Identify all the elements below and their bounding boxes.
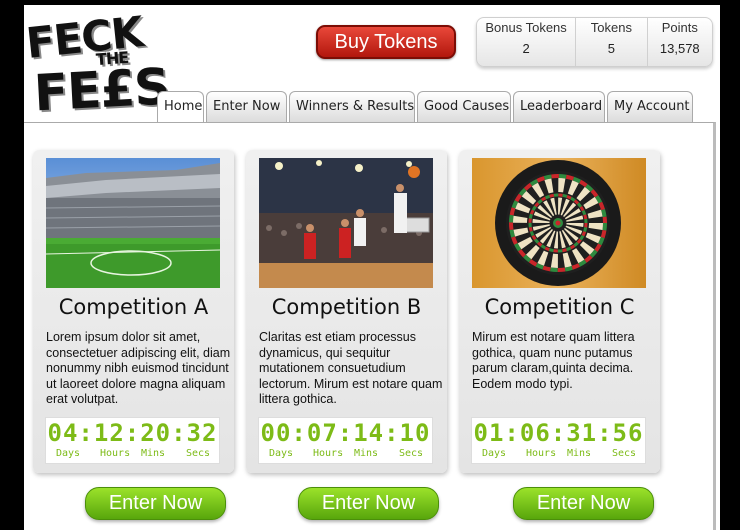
enter-now-button-b[interactable]: Enter Now — [298, 487, 439, 520]
competition-title: Competition B — [271, 295, 422, 319]
timer-unit-secs: Secs — [186, 448, 211, 459]
countdown-timer: 00:07:14:10 Days Hours Mins Secs — [258, 417, 433, 464]
competition-card-b: Competition B Claritas est etiam process… — [246, 150, 447, 473]
timer-unit-hours: Hours — [313, 448, 344, 459]
tab-enter-now[interactable]: Enter Now — [206, 91, 287, 122]
timer-unit-mins: Mins — [354, 448, 379, 459]
buy-tokens-button[interactable]: Buy Tokens — [316, 25, 456, 59]
tab-home[interactable]: Home — [157, 91, 204, 123]
competition-title: Competition A — [58, 295, 209, 319]
account-stats: Bonus Tokens 2 Tokens 5 Points 13,578 — [476, 17, 713, 67]
competition-description: Lorem ipsum dolor sit amet, consectetuer… — [46, 330, 231, 406]
logo-word-3: FE£S — [32, 57, 171, 123]
countdown-digits: 00:07:14:10 — [260, 419, 431, 447]
stat-label: Bonus Tokens — [485, 20, 567, 35]
timer-unit-hours: Hours — [100, 448, 131, 459]
countdown-timer: 04:12:20:32 Days Hours Mins Secs — [45, 417, 220, 464]
tab-my-account[interactable]: My Account — [607, 91, 693, 122]
countdown-digits: 04:12:20:32 — [47, 419, 218, 447]
dartboard-image[interactable] — [472, 158, 646, 288]
feck-the-fees-logo[interactable]: FECK THE FE£S — [24, 7, 171, 122]
competition-description: Claritas est etiam processus dynamicus, … — [259, 330, 443, 406]
countdown-digits: 01:06:31:56 — [473, 419, 644, 447]
main-nav-tabs: Home Enter Now Winners & Results Good Ca… — [157, 91, 693, 123]
timer-unit-mins: Mins — [141, 448, 166, 459]
enter-now-button-a[interactable]: Enter Now — [85, 487, 226, 520]
countdown-timer: 01:06:31:56 Days Hours Mins Secs — [471, 417, 646, 464]
competition-title: Competition C — [484, 295, 635, 319]
timer-unit-days: Days — [482, 448, 507, 459]
tab-winners-results[interactable]: Winners & Results — [289, 91, 415, 122]
stat-value: 13,578 — [659, 41, 700, 56]
timer-unit-hours: Hours — [526, 448, 557, 459]
tab-good-causes[interactable]: Good Causes — [417, 91, 511, 122]
basketball-game-image[interactable] — [259, 158, 433, 288]
tab-leaderboard[interactable]: Leaderboard — [513, 91, 605, 122]
stat-value: 2 — [522, 41, 530, 56]
competition-description: Mirum est notare quam littera gothica, q… — [472, 330, 635, 391]
timer-unit-secs: Secs — [399, 448, 424, 459]
timer-unit-days: Days — [269, 448, 294, 459]
stat-value: 5 — [607, 41, 615, 56]
stat-bonus-tokens: Bonus Tokens 2 — [477, 18, 577, 66]
competition-card-c: Competition C Mirum est notare quam litt… — [459, 150, 660, 473]
stat-label: Tokens — [590, 20, 632, 35]
timer-unit-mins: Mins — [567, 448, 592, 459]
stat-tokens: Tokens 5 — [576, 18, 648, 66]
football-stadium-image[interactable] — [46, 158, 220, 288]
timer-unit-days: Days — [56, 448, 81, 459]
stat-points: Points 13,578 — [648, 18, 712, 66]
stat-label: Points — [661, 20, 698, 35]
competition-card-a: Competition A Lorem ipsum dolor sit amet… — [33, 150, 234, 473]
timer-unit-secs: Secs — [612, 448, 637, 459]
enter-now-button-c[interactable]: Enter Now — [513, 487, 654, 520]
